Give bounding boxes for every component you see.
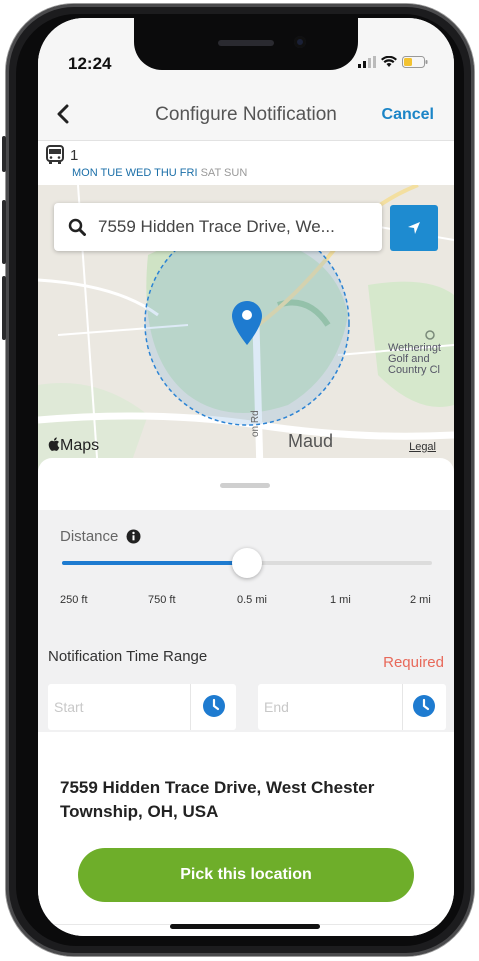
day-list: MON TUE WED THU FRI SAT SUN	[72, 167, 247, 179]
bus-icon	[46, 145, 64, 164]
start-time-field[interactable]: Start	[48, 684, 236, 730]
route-number: 1	[70, 146, 79, 164]
day-fri: FRI	[179, 167, 198, 179]
distance-slider-fill	[62, 561, 247, 565]
sheet-handle[interactable]	[220, 483, 270, 488]
distance-tick: 250 ft	[60, 594, 88, 606]
mute-switch	[2, 136, 6, 172]
volume-up-button	[2, 200, 6, 264]
front-camera	[294, 36, 306, 48]
day-mon: MON	[72, 167, 98, 179]
time-range-label: Notification Time Range	[48, 648, 208, 665]
address-line-1: 7559 Hidden Trace Drive, West Chester	[60, 778, 375, 797]
distance-label: Distance	[60, 528, 141, 545]
selected-address: 7559 Hidden Trace Drive, West Chester To…	[60, 776, 420, 824]
bottom-sheet: Distance 250 ft 750 ft 0.5 mi 1 mi 2 mi …	[38, 458, 454, 936]
nav-bar: Configure Notification Cancel	[38, 90, 454, 141]
distance-tick: 1 mi	[330, 594, 351, 606]
status-time: 12:24	[68, 54, 112, 73]
day-wed: WED	[125, 167, 152, 179]
clock-icon[interactable]	[412, 694, 436, 718]
route-row: 1	[46, 145, 78, 165]
apple-logo-icon	[48, 437, 60, 451]
pick-location-button[interactable]: Pick this location	[78, 848, 414, 902]
end-time-input[interactable]: End	[264, 699, 289, 715]
cancel-button[interactable]: Cancel	[382, 106, 434, 124]
navigation-arrow-icon	[408, 222, 420, 234]
distance-tick: 2 mi	[410, 594, 431, 606]
info-icon[interactable]	[126, 529, 141, 544]
notch	[134, 18, 358, 70]
notification-settings: Distance 250 ft 750 ft 0.5 mi 1 mi 2 mi …	[38, 510, 454, 732]
map-label-wetherington: Wetheringt Golf and Country Cl	[388, 342, 441, 376]
battery-icon	[402, 56, 428, 68]
apple-maps-logo: Maps	[48, 437, 99, 455]
search-input[interactable]: 7559 Hidden Trace Drive, We...	[98, 217, 335, 237]
home-indicator[interactable]	[170, 924, 320, 929]
required-label: Required	[383, 654, 444, 671]
day-sun: SUN	[224, 167, 248, 179]
location-search[interactable]: 7559 Hidden Trace Drive, We...	[54, 203, 382, 251]
field-divider	[402, 684, 403, 730]
legal-link[interactable]: Legal	[409, 441, 436, 453]
screen: 12:24 Configure Notification Cancel 1 MO…	[38, 18, 454, 936]
start-time-input[interactable]: Start	[54, 699, 84, 715]
status-icons	[358, 56, 428, 68]
location-pin-icon	[232, 301, 262, 345]
map-view[interactable]: 7559 Hidden Trace Drive, We... Maud Weth…	[38, 185, 454, 472]
map-label-maud: Maud	[288, 431, 334, 451]
speaker	[218, 40, 274, 46]
day-tue: TUE	[100, 167, 123, 179]
map-label-road: on Rd	[250, 410, 261, 437]
day-thu: THU	[154, 167, 177, 179]
current-location-button[interactable]	[390, 205, 438, 251]
route-info: 1 MON TUE WED THU FRI SAT SUN	[38, 141, 454, 185]
distance-tick: 750 ft	[148, 594, 176, 606]
clock-icon[interactable]	[202, 694, 226, 718]
wifi-icon	[381, 56, 397, 67]
field-divider	[190, 684, 191, 730]
day-sat: SAT	[200, 167, 221, 179]
distance-slider-thumb[interactable]	[232, 548, 262, 578]
signal-icon	[358, 56, 376, 68]
search-icon	[68, 218, 86, 236]
distance-tick: 0.5 mi	[237, 594, 267, 606]
end-time-field[interactable]: End	[258, 684, 446, 730]
address-line-2: Township, OH, USA	[60, 802, 219, 821]
volume-down-button	[2, 276, 6, 340]
